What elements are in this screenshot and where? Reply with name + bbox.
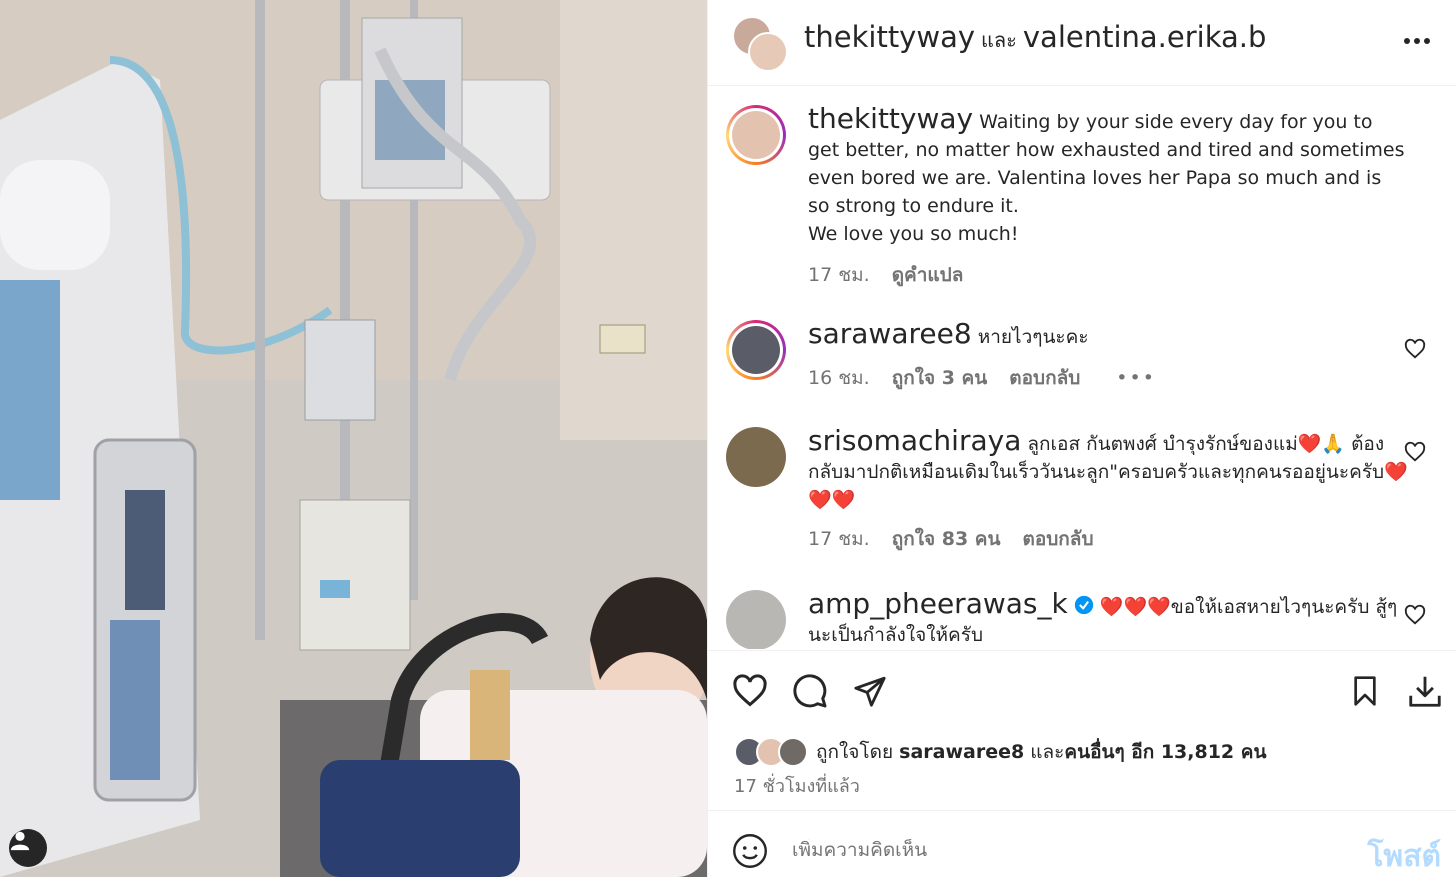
avatar[interactable]	[726, 590, 786, 649]
heart-icon	[733, 674, 767, 707]
tagged-users-button[interactable]	[9, 829, 47, 867]
share-button[interactable]	[850, 671, 890, 711]
comment-likes[interactable]: ถูกใจ 83 คน	[892, 524, 1001, 554]
comment-username[interactable]: amp_pheerawas_k	[808, 587, 1068, 620]
more-horizontal-icon	[1404, 38, 1430, 44]
comment-likes[interactable]: ถูกใจ 3 คน	[892, 363, 988, 393]
reply-button[interactable]: ตอบกลับ	[1022, 524, 1093, 554]
comment-username[interactable]: srisomachiraya	[808, 424, 1021, 457]
download-icon	[1409, 676, 1441, 707]
heart-icon[interactable]	[1404, 604, 1426, 626]
send-icon	[854, 676, 886, 707]
comment-username[interactable]: sarawaree8	[808, 317, 972, 350]
story-avatar-ring[interactable]	[726, 105, 786, 165]
bookmark-icon	[1354, 676, 1376, 706]
author-username[interactable]: thekittyway	[804, 20, 975, 54]
heart-icon[interactable]	[1404, 441, 1426, 463]
likes-summary[interactable]: ถูกใจโดย sarawaree8 และคนอื่นๆ อีก 13,81…	[734, 737, 1266, 767]
caption-username[interactable]: thekittyway	[808, 102, 973, 135]
comment-text: หายไวๆนะคะ	[977, 326, 1089, 348]
post-actions: ถูกใจโดย sarawaree8 และคนอื่นๆ อีก 13,81…	[708, 650, 1456, 810]
avatar	[732, 326, 780, 374]
post-header: thekittyway และ valentina.erika.b	[708, 0, 1456, 86]
and-word: และ	[981, 28, 1017, 52]
comment-time: 17 ชม.	[808, 528, 870, 550]
download-button[interactable]	[1405, 671, 1445, 711]
likes-others[interactable]: คนอื่นๆ อีก 13,812 คน	[1064, 741, 1266, 763]
post-timestamp: 17 ชั่วโมงที่แล้ว	[734, 776, 860, 797]
likes-and: และ	[1030, 741, 1065, 763]
like-button[interactable]	[730, 671, 770, 711]
avatar	[748, 32, 788, 72]
avatar	[732, 111, 780, 159]
avatar	[778, 737, 808, 767]
likes-prefix: ถูกใจโดย	[816, 741, 894, 763]
emoji-icon[interactable]	[732, 833, 768, 869]
verified-badge-icon	[1074, 595, 1093, 615]
post-comment-button[interactable]: โพสต์	[1367, 833, 1441, 877]
post-author-names: thekittyway และ valentina.erika.b	[804, 20, 1266, 56]
heart-icon[interactable]	[1404, 338, 1426, 360]
reply-button[interactable]: ตอบกลับ	[1009, 363, 1080, 393]
comment-time: 16 ชม.	[808, 367, 870, 389]
comment-button[interactable]	[790, 671, 830, 711]
comment-input[interactable]	[792, 839, 1312, 861]
comments-list[interactable]: thekittyway Waiting by your side every d…	[708, 87, 1456, 649]
avatar[interactable]	[726, 427, 786, 487]
likes-user[interactable]: sarawaree8	[899, 741, 1024, 763]
story-avatar-ring[interactable]	[726, 320, 786, 380]
post-sidebar: thekittyway และ valentina.erika.b thekitty…	[707, 0, 1456, 877]
user-icon	[10, 831, 30, 851]
author-avatars[interactable]	[732, 16, 788, 72]
save-button[interactable]	[1345, 671, 1385, 711]
add-comment-bar: โพสต์	[708, 810, 1456, 877]
coauthor-username[interactable]: valentina.erika.b	[1023, 20, 1267, 54]
more-options-button[interactable]	[1397, 28, 1437, 54]
translate-link[interactable]: ดูคำแปล	[892, 260, 964, 290]
hospital-scene-illustration	[0, 0, 707, 877]
caption-text-line2: We love you so much!	[808, 223, 1019, 245]
post-photo[interactable]	[0, 0, 707, 877]
comment-more-button[interactable]: •••	[1116, 367, 1156, 389]
comment-icon	[793, 674, 827, 708]
caption-time: 17 ชม.	[808, 264, 870, 286]
